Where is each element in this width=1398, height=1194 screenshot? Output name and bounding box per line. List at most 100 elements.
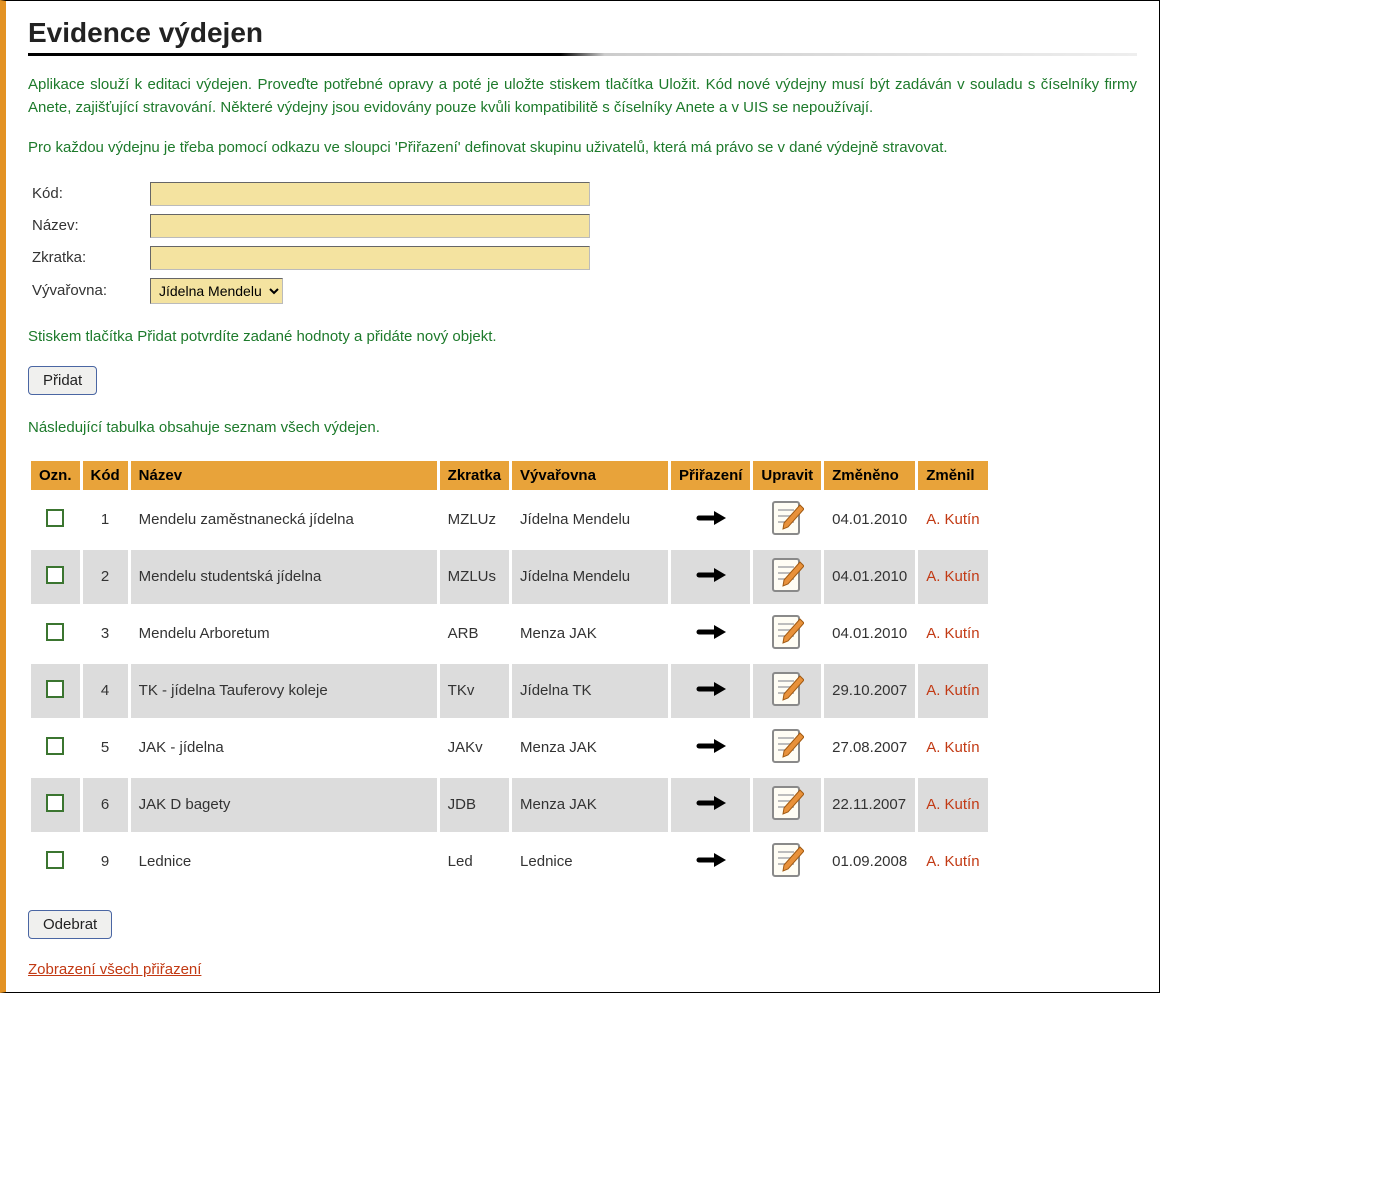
row-changed-by-link[interactable]: A. Kutín: [926, 511, 979, 528]
row-abbrev: Led: [440, 835, 509, 889]
col-name: Název: [131, 461, 437, 490]
row-name: Lednice: [131, 835, 437, 889]
add-button[interactable]: Přidat: [28, 366, 97, 395]
name-label: Název:: [32, 210, 150, 242]
row-code: 9: [83, 835, 128, 889]
row-kitchen: Menza JAK: [512, 721, 668, 775]
row-code: 5: [83, 721, 128, 775]
row-name: JAK - jídelna: [131, 721, 437, 775]
edit-icon[interactable]: [770, 524, 804, 541]
row-code: 1: [83, 493, 128, 547]
page-container: Evidence výdejen Aplikace slouží k edita…: [0, 0, 1160, 993]
row-name: JAK D bagety: [131, 778, 437, 832]
table-row: 5JAK - jídelnaJAKvMenza JAK 27.08.2007 A. …: [31, 721, 988, 775]
add-form: Kód: Název: Zkratka: Vývařovna: Jídelna …: [32, 178, 598, 308]
show-all-assignments-link[interactable]: Zobrazení všech přiřazení: [28, 961, 201, 978]
arrow-right-icon[interactable]: [696, 623, 726, 645]
row-code: 3: [83, 607, 128, 661]
add-hint: Stiskem tlačítka Přidat potvrdíte zadané…: [28, 326, 1137, 349]
row-checkbox[interactable]: [46, 509, 64, 527]
table-row: 4TK - jídelna Tauferovy kolejeTKvJídelna…: [31, 664, 988, 718]
row-changed-by-link[interactable]: A. Kutín: [926, 568, 979, 585]
row-checkbox[interactable]: [46, 623, 64, 641]
row-changed: 04.01.2010: [824, 493, 915, 547]
edit-icon[interactable]: [770, 638, 804, 655]
abbrev-label: Zkratka:: [32, 242, 150, 274]
arrow-right-icon[interactable]: [696, 566, 726, 588]
row-name: TK - jídelna Tauferovy koleje: [131, 664, 437, 718]
row-kitchen: Lednice: [512, 835, 668, 889]
arrow-right-icon[interactable]: [696, 680, 726, 702]
row-code: 6: [83, 778, 128, 832]
row-changed: 29.10.2007: [824, 664, 915, 718]
row-abbrev: TKv: [440, 664, 509, 718]
row-kitchen: Jídelna Mendelu: [512, 550, 668, 604]
row-changed-by-link[interactable]: A. Kutín: [926, 682, 979, 699]
name-input[interactable]: [150, 214, 590, 238]
col-changed: Změněno: [824, 461, 915, 490]
intro-paragraph-1: Aplikace slouží k editaci výdejen. Prove…: [28, 74, 1137, 119]
row-checkbox[interactable]: [46, 737, 64, 755]
row-checkbox[interactable]: [46, 851, 64, 869]
col-abbrev: Zkratka: [440, 461, 509, 490]
table-row: 9LedniceLedLednice01.09.2008A. Kutín: [31, 835, 988, 889]
col-kitchen: Vývařovna: [512, 461, 668, 490]
kitchen-select[interactable]: Jídelna Mendelu: [150, 278, 283, 304]
table-row: 3Mendelu ArboretumARBMenza JAK 04.01.2010…: [31, 607, 988, 661]
row-checkbox[interactable]: [46, 794, 64, 812]
edit-icon[interactable]: [770, 752, 804, 769]
row-changed: 27.08.2007: [824, 721, 915, 775]
code-label: Kód:: [32, 178, 150, 210]
table-row: 1Mendelu zaměstnanecká jídelnaMZLUzJídel…: [31, 493, 988, 547]
row-checkbox[interactable]: [46, 680, 64, 698]
arrow-right-icon[interactable]: [696, 794, 726, 816]
row-changed-by-link[interactable]: A. Kutín: [926, 739, 979, 756]
row-changed-by-link[interactable]: A. Kutín: [926, 796, 979, 813]
col-changed-by: Změnil: [918, 461, 987, 490]
edit-icon[interactable]: [770, 581, 804, 598]
row-name: Mendelu zaměstnanecká jídelna: [131, 493, 437, 547]
row-changed-by-link[interactable]: A. Kutín: [926, 625, 979, 642]
arrow-right-icon[interactable]: [696, 509, 726, 531]
table-header-row: Ozn. Kód Název Zkratka Vývařovna Přiřaze…: [31, 461, 988, 490]
abbrev-input[interactable]: [150, 246, 590, 270]
row-changed: 01.09.2008: [824, 835, 915, 889]
page-title: Evidence výdejen: [28, 17, 1137, 49]
edit-icon[interactable]: [770, 866, 804, 883]
outlets-table: Ozn. Kód Název Zkratka Vývařovna Přiřaze…: [28, 458, 991, 892]
row-kitchen: Menza JAK: [512, 778, 668, 832]
row-checkbox[interactable]: [46, 566, 64, 584]
title-divider: [28, 53, 1137, 56]
row-kitchen: Jídelna Mendelu: [512, 493, 668, 547]
row-abbrev: JDB: [440, 778, 509, 832]
table-hint: Následující tabulka obsahuje seznam všec…: [28, 417, 1137, 440]
col-code: Kód: [83, 461, 128, 490]
col-assignment: Přiřazení: [671, 461, 750, 490]
edit-icon[interactable]: [770, 695, 804, 712]
row-abbrev: ARB: [440, 607, 509, 661]
arrow-right-icon[interactable]: [696, 851, 726, 873]
col-edit: Upravit: [753, 461, 821, 490]
row-kitchen: Menza JAK: [512, 607, 668, 661]
code-input[interactable]: [150, 182, 590, 206]
row-kitchen: Jídelna TK: [512, 664, 668, 718]
row-name: Mendelu studentská jídelna: [131, 550, 437, 604]
table-row: 6JAK D bagetyJDBMenza JAK 22.11.2007 A. Ku…: [31, 778, 988, 832]
col-mark: Ozn.: [31, 461, 80, 490]
kitchen-label: Vývařovna:: [32, 274, 150, 308]
row-code: 4: [83, 664, 128, 718]
edit-icon[interactable]: [770, 809, 804, 826]
row-changed-by-link[interactable]: A. Kutín: [926, 853, 979, 870]
remove-button[interactable]: Odebrat: [28, 910, 112, 939]
row-abbrev: JAKv: [440, 721, 509, 775]
arrow-right-icon[interactable]: [696, 737, 726, 759]
row-changed: 04.01.2010: [824, 550, 915, 604]
row-abbrev: MZLUz: [440, 493, 509, 547]
row-abbrev: MZLUs: [440, 550, 509, 604]
table-row: 2Mendelu studentská jídelnaMZLUsJídelna …: [31, 550, 988, 604]
row-changed: 22.11.2007: [824, 778, 915, 832]
intro-paragraph-2: Pro každou výdejnu je třeba pomocí odkaz…: [28, 137, 1137, 160]
row-code: 2: [83, 550, 128, 604]
row-name: Mendelu Arboretum: [131, 607, 437, 661]
row-changed: 04.01.2010: [824, 607, 915, 661]
